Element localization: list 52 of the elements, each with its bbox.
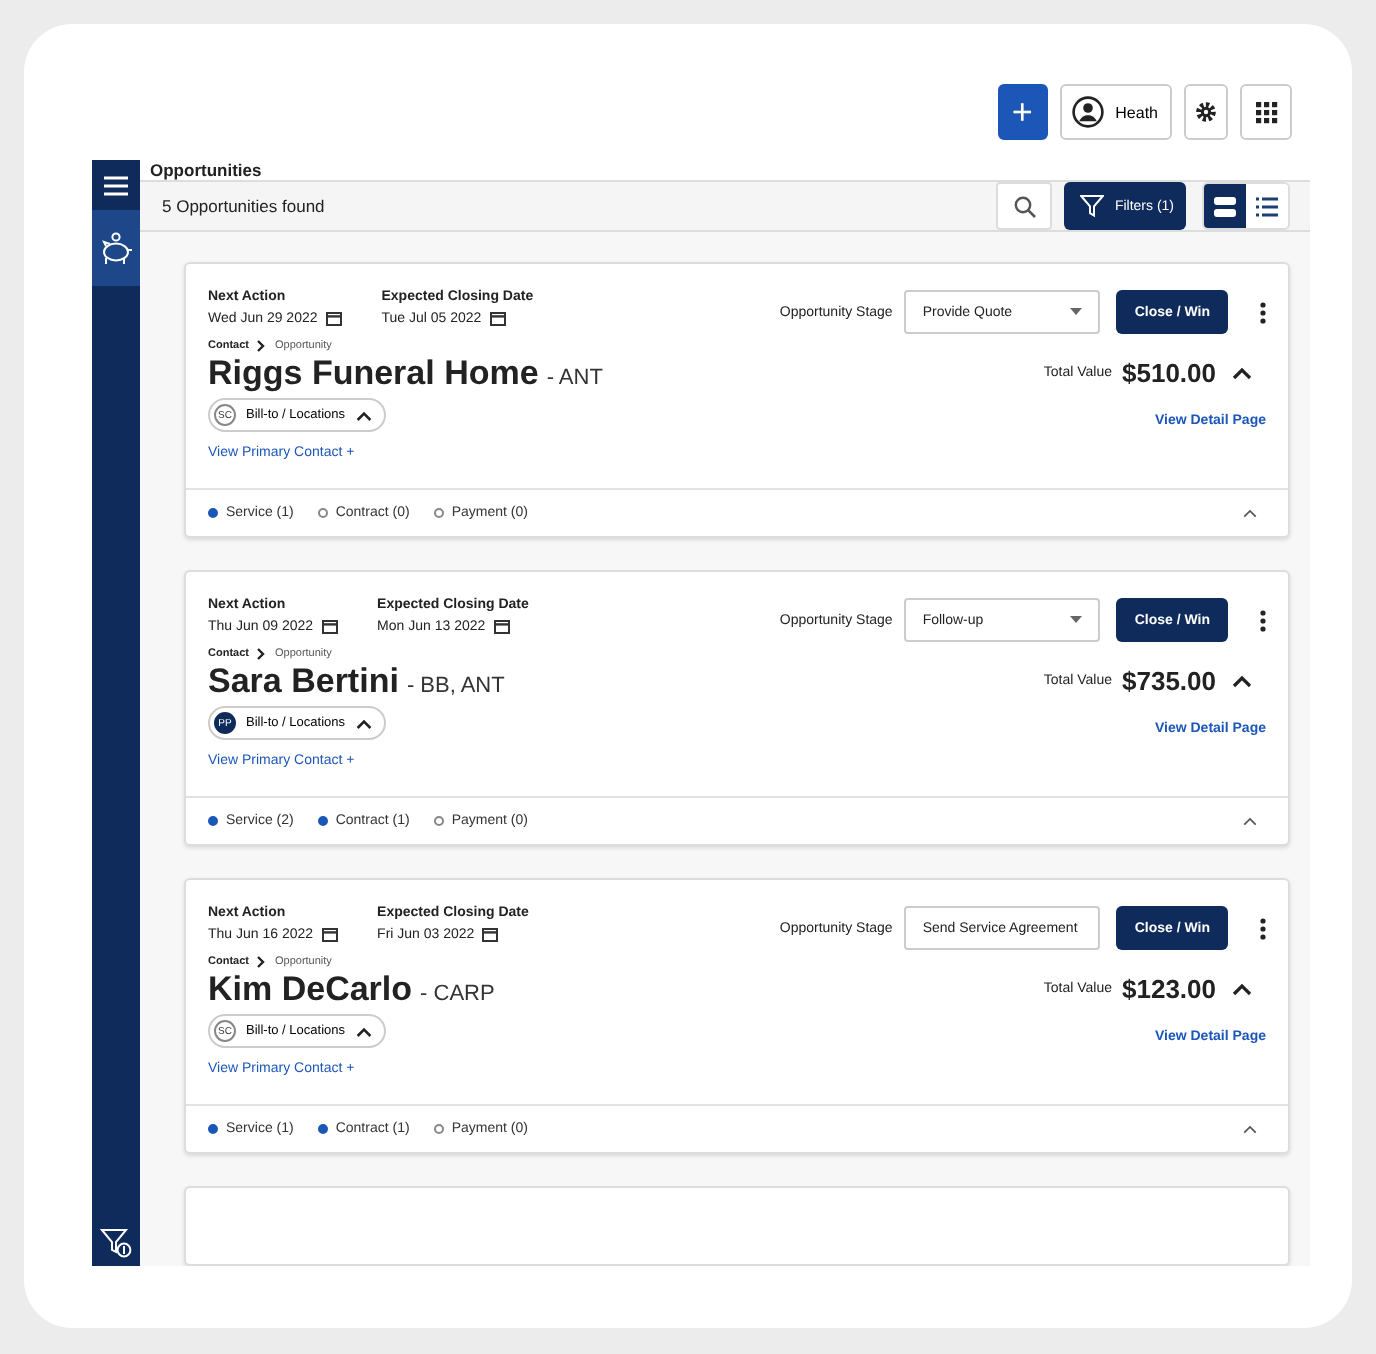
chevron-right-icon xyxy=(256,340,267,352)
dropdown-caret-icon xyxy=(1070,308,1083,316)
collapse-icon[interactable] xyxy=(1242,816,1258,826)
more-icon[interactable] xyxy=(1260,917,1266,939)
filter-icon xyxy=(1080,194,1105,218)
contact-codes: - CARP xyxy=(420,982,495,1006)
grid-icon xyxy=(1255,101,1277,123)
contact-codes: - BB, ANT xyxy=(406,674,505,698)
more-icon[interactable] xyxy=(1260,301,1266,323)
piggy-bank-icon xyxy=(98,230,134,266)
cards-view-icon xyxy=(1214,195,1236,217)
settings-button[interactable] xyxy=(1184,84,1228,140)
user-button[interactable]: Heath xyxy=(1059,84,1172,140)
view-toggle[interactable] xyxy=(1204,184,1246,228)
more-icon[interactable] xyxy=(1260,609,1266,631)
chevron-up-icon[interactable] xyxy=(1232,366,1252,380)
avatar-icon xyxy=(1071,96,1104,128)
total-value: $123.00 xyxy=(1122,974,1216,1004)
result-count: 5 Opportunities found xyxy=(162,196,325,216)
contact-codes: - ANT xyxy=(546,366,603,390)
calendar-icon[interactable] xyxy=(321,618,338,634)
collapse-icon[interactable] xyxy=(1242,1124,1258,1134)
chevron-up-icon xyxy=(355,717,371,729)
collapse-icon[interactable] xyxy=(1242,508,1258,518)
chevron-right-icon xyxy=(256,956,267,968)
calendar-icon[interactable] xyxy=(325,310,342,326)
search-icon xyxy=(1013,195,1036,217)
calendar-icon[interactable] xyxy=(493,618,510,634)
chevron-right-icon xyxy=(256,648,267,660)
view-toggle[interactable] xyxy=(1246,184,1288,228)
chevron-up-icon xyxy=(355,1025,371,1037)
contact-name: Sara Bertini xyxy=(208,662,399,702)
calendar-icon[interactable] xyxy=(489,310,506,326)
total-value: $510.00 xyxy=(1122,358,1216,388)
contact-name: Riggs Funeral Home xyxy=(208,354,539,394)
chevron-up-icon[interactable] xyxy=(1232,982,1252,996)
sidebar-item[interactable] xyxy=(92,210,140,286)
settings-icon xyxy=(1194,100,1218,124)
add-button[interactable]: + xyxy=(997,84,1048,140)
dropdown-caret-icon xyxy=(1070,616,1083,624)
total-value: $735.00 xyxy=(1122,666,1216,696)
page-title: Opportunities xyxy=(150,160,262,180)
menu-icon xyxy=(104,175,128,195)
chevron-up-icon[interactable] xyxy=(1232,674,1252,688)
funnel-dollar-icon[interactable] xyxy=(100,1226,132,1258)
calendar-icon[interactable] xyxy=(321,926,338,942)
contact-name: Kim DeCarlo xyxy=(208,970,413,1010)
list-view-icon xyxy=(1256,195,1278,217)
search-button[interactable] xyxy=(996,182,1053,230)
apps-button[interactable] xyxy=(1240,84,1292,140)
calendar-icon[interactable] xyxy=(482,926,499,942)
chevron-up-icon xyxy=(355,409,371,421)
